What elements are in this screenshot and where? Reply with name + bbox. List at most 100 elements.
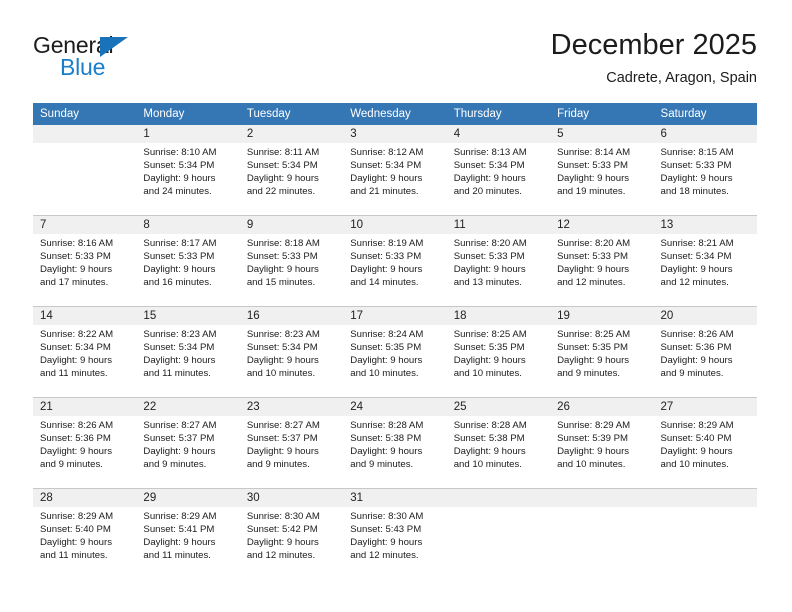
sunset-text: Sunset: 5:41 PM	[143, 523, 215, 535]
day-cell[interactable]: 6 Sunrise: 8:15 AM Sunset: 5:33 PM Dayli…	[653, 125, 757, 216]
daylight-text-line1: Daylight: 9 hours	[246, 263, 319, 275]
day-details: Sunrise: 8:28 AM Sunset: 5:38 PM Dayligh…	[343, 416, 446, 472]
day-cell[interactable]: 11 Sunrise: 8:20 AM Sunset: 5:33 PM Dayl…	[446, 215, 551, 307]
sunset-text: Sunset: 5:34 PM	[246, 341, 318, 353]
sunset-text: Sunset: 5:37 PM	[143, 432, 215, 444]
day-cell[interactable]: 4 Sunrise: 8:13 AM Sunset: 5:34 PM Dayli…	[446, 125, 551, 216]
sunset-text: Sunset: 5:40 PM	[660, 432, 732, 444]
daylight-text-line1: Daylight: 9 hours	[246, 536, 319, 548]
day-cell[interactable]: 26 Sunrise: 8:29 AM Sunset: 5:39 PM Dayl…	[550, 397, 654, 489]
day-details: Sunrise: 8:29 AM Sunset: 5:39 PM Dayligh…	[550, 416, 653, 472]
day-cell[interactable]: 3 Sunrise: 8:12 AM Sunset: 5:34 PM Dayli…	[343, 125, 447, 216]
day-cell[interactable]: 25 Sunrise: 8:28 AM Sunset: 5:38 PM Dayl…	[446, 397, 551, 489]
day-cell[interactable]	[550, 488, 654, 579]
day-number: 7	[33, 216, 137, 234]
day-cell[interactable]: 18 Sunrise: 8:25 AM Sunset: 5:35 PM Dayl…	[446, 306, 551, 398]
day-cell[interactable]: 29 Sunrise: 8:29 AM Sunset: 5:41 PM Dayl…	[136, 488, 240, 579]
daylight-text-line2: and 12 minutes.	[557, 276, 626, 288]
day-number	[33, 125, 137, 143]
sunset-text: Sunset: 5:35 PM	[453, 341, 525, 353]
day-number: 26	[550, 398, 654, 416]
daylight-text-line1: Daylight: 9 hours	[246, 354, 319, 366]
day-cell[interactable]: 1 Sunrise: 8:10 AM Sunset: 5:34 PM Dayli…	[136, 125, 240, 216]
sunrise-text: Sunrise: 8:20 AM	[453, 238, 527, 249]
day-cell[interactable]: 8 Sunrise: 8:17 AM Sunset: 5:33 PM Dayli…	[136, 215, 240, 307]
day-number: 12	[550, 216, 654, 234]
day-details: Sunrise: 8:23 AM Sunset: 5:34 PM Dayligh…	[136, 325, 239, 381]
daylight-text-line1: Daylight: 9 hours	[246, 172, 319, 184]
day-number: 6	[653, 125, 757, 143]
sunrise-text: Sunrise: 8:27 AM	[246, 420, 320, 431]
day-cell[interactable]: 15 Sunrise: 8:23 AM Sunset: 5:34 PM Dayl…	[136, 306, 240, 398]
day-cell[interactable]: 30 Sunrise: 8:30 AM Sunset: 5:42 PM Dayl…	[239, 488, 344, 579]
day-number: 15	[136, 307, 240, 325]
day-cell[interactable]: 21 Sunrise: 8:26 AM Sunset: 5:36 PM Dayl…	[33, 397, 137, 489]
day-number: 18	[446, 307, 551, 325]
day-details: Sunrise: 8:30 AM Sunset: 5:43 PM Dayligh…	[343, 507, 446, 563]
sunrise-text: Sunrise: 8:26 AM	[660, 329, 734, 340]
day-cell[interactable]: 12 Sunrise: 8:20 AM Sunset: 5:33 PM Dayl…	[550, 215, 654, 307]
daylight-text-line2: and 20 minutes.	[453, 185, 522, 197]
sunrise-text: Sunrise: 8:27 AM	[143, 420, 217, 431]
day-cell[interactable]: 17 Sunrise: 8:24 AM Sunset: 5:35 PM Dayl…	[343, 306, 447, 398]
day-cell[interactable]: 24 Sunrise: 8:28 AM Sunset: 5:38 PM Dayl…	[343, 397, 447, 489]
daylight-text-line2: and 11 minutes.	[40, 367, 108, 379]
day-details: Sunrise: 8:10 AM Sunset: 5:34 PM Dayligh…	[136, 143, 239, 199]
day-cell[interactable]: 31 Sunrise: 8:30 AM Sunset: 5:43 PM Dayl…	[343, 488, 447, 579]
day-details: Sunrise: 8:23 AM Sunset: 5:34 PM Dayligh…	[240, 325, 343, 381]
sunrise-text: Sunrise: 8:19 AM	[350, 238, 424, 249]
day-cell[interactable]: 10 Sunrise: 8:19 AM Sunset: 5:33 PM Dayl…	[343, 215, 447, 307]
day-cell[interactable]: 28 Sunrise: 8:29 AM Sunset: 5:40 PM Dayl…	[33, 488, 137, 579]
day-cell[interactable]	[446, 488, 551, 579]
sunrise-text: Sunrise: 8:22 AM	[40, 329, 114, 340]
day-number: 22	[136, 398, 240, 416]
sunset-text: Sunset: 5:33 PM	[557, 159, 629, 171]
sunset-text: Sunset: 5:33 PM	[143, 250, 215, 262]
weekday-header-sunday: Sunday	[33, 103, 137, 125]
general-blue-logo[interactable]: General Blue	[33, 32, 263, 88]
day-number: 9	[239, 216, 344, 234]
sunset-text: Sunset: 5:33 PM	[40, 250, 111, 262]
daylight-text-line2: and 18 minutes.	[660, 185, 729, 197]
week-row: 1 Sunrise: 8:10 AM Sunset: 5:34 PM Dayli…	[33, 125, 757, 216]
day-cell[interactable]: 14 Sunrise: 8:22 AM Sunset: 5:34 PM Dayl…	[33, 306, 137, 398]
day-cell[interactable]: 22 Sunrise: 8:27 AM Sunset: 5:37 PM Dayl…	[136, 397, 240, 489]
daylight-text-line1: Daylight: 9 hours	[660, 354, 733, 366]
day-details: Sunrise: 8:26 AM Sunset: 5:36 PM Dayligh…	[33, 416, 136, 472]
sunrise-text: Sunrise: 8:26 AM	[40, 420, 114, 431]
day-cell[interactable]: 20 Sunrise: 8:26 AM Sunset: 5:36 PM Dayl…	[653, 306, 757, 398]
daylight-text-line1: Daylight: 9 hours	[453, 445, 526, 457]
day-cell[interactable]: 2 Sunrise: 8:11 AM Sunset: 5:34 PM Dayli…	[239, 125, 344, 216]
day-cell[interactable]: 13 Sunrise: 8:21 AM Sunset: 5:34 PM Dayl…	[653, 215, 757, 307]
day-cell[interactable]: 16 Sunrise: 8:23 AM Sunset: 5:34 PM Dayl…	[239, 306, 344, 398]
daylight-text-line1: Daylight: 9 hours	[246, 445, 319, 457]
daylight-text-line1: Daylight: 9 hours	[350, 354, 423, 366]
day-cell[interactable]: 23 Sunrise: 8:27 AM Sunset: 5:37 PM Dayl…	[239, 397, 344, 489]
day-cell[interactable]	[653, 488, 757, 579]
daylight-text-line2: and 16 minutes.	[143, 276, 212, 288]
day-number: 25	[446, 398, 551, 416]
day-cell[interactable]	[33, 125, 137, 216]
daylight-text-line2: and 9 minutes.	[350, 458, 414, 470]
day-cell[interactable]: 7 Sunrise: 8:16 AM Sunset: 5:33 PM Dayli…	[33, 215, 137, 307]
daylight-text-line2: and 10 minutes.	[453, 458, 522, 470]
day-details: Sunrise: 8:24 AM Sunset: 5:35 PM Dayligh…	[343, 325, 446, 381]
sunrise-text: Sunrise: 8:30 AM	[246, 511, 320, 522]
daylight-text-line2: and 14 minutes.	[350, 276, 419, 288]
day-details: Sunrise: 8:11 AM Sunset: 5:34 PM Dayligh…	[240, 143, 343, 199]
day-cell[interactable]: 27 Sunrise: 8:29 AM Sunset: 5:40 PM Dayl…	[653, 397, 757, 489]
day-number: 24	[343, 398, 447, 416]
sunset-text: Sunset: 5:35 PM	[557, 341, 629, 353]
daylight-text-line2: and 24 minutes.	[143, 185, 212, 197]
day-number: 17	[343, 307, 447, 325]
day-number	[653, 489, 757, 507]
day-cell[interactable]: 19 Sunrise: 8:25 AM Sunset: 5:35 PM Dayl…	[550, 306, 654, 398]
daylight-text-line2: and 9 minutes.	[143, 458, 207, 470]
day-cell[interactable]: 5 Sunrise: 8:14 AM Sunset: 5:33 PM Dayli…	[550, 125, 654, 216]
day-cell[interactable]: 9 Sunrise: 8:18 AM Sunset: 5:33 PM Dayli…	[239, 215, 344, 307]
day-details	[550, 507, 653, 511]
daylight-text-line2: and 10 minutes.	[453, 367, 522, 379]
day-details: Sunrise: 8:13 AM Sunset: 5:34 PM Dayligh…	[447, 143, 550, 199]
daylight-text-line1: Daylight: 9 hours	[40, 263, 112, 275]
sunset-text: Sunset: 5:34 PM	[143, 341, 215, 353]
